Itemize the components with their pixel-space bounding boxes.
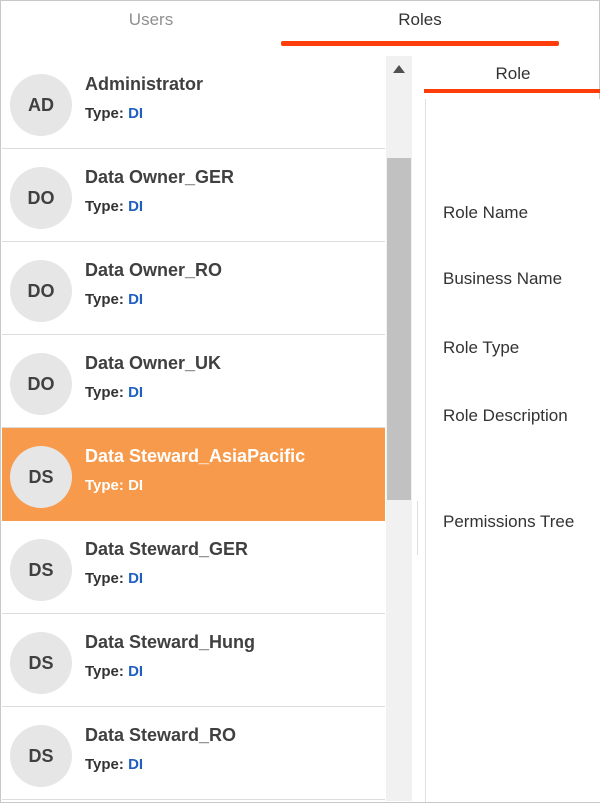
role-manager-window: Users Roles AD Administrator Type: DI DO… [0,0,600,803]
detail-active-tab-indicator [424,89,600,93]
role-name: Data Owner_UK [85,353,222,373]
avatar: DS [10,725,72,787]
type-value: DI [128,756,144,773]
role-name: Data Steward_Hung [85,632,256,652]
triangle-up-icon [393,65,405,73]
role-list-item-selected[interactable]: DS Data Steward_AsiaPacific Type: DI [2,428,385,521]
role-list-item[interactable]: AD Administrator Type: DI [2,56,385,149]
scroll-up-button[interactable] [386,56,412,82]
role-list-item[interactable]: DS Data Steward_RO Type: DI [2,707,385,800]
role-list-item[interactable]: DO Data Owner_RO Type: DI [2,242,385,335]
role-name: Data Owner_GER [85,167,235,187]
role-list-item[interactable]: DS Data Steward_GER Type: DI [2,521,385,614]
role-name: Administrator [85,74,204,94]
type-value: DI [128,384,144,401]
avatar: DS [10,632,72,694]
role-type: Type: DI [85,570,143,587]
top-tab-bar: Users Roles [1,1,599,49]
role-list-item[interactable]: DO Data Owner_UK Type: DI [2,335,385,428]
avatar: DS [10,446,72,508]
type-label: Type: [85,105,124,122]
tab-users[interactable]: Users [51,1,251,47]
avatar: DO [10,353,72,415]
role-name: Data Steward_RO [85,725,237,745]
panel-divider [417,501,418,555]
role-type-label: Role Type [443,338,520,357]
type-value: DI [128,477,144,494]
role-type: Type: DI [85,477,143,494]
type-value: DI [128,570,144,587]
type-value: DI [128,105,144,122]
type-value: DI [128,291,144,308]
avatar: DO [10,260,72,322]
role-type: Type: DI [85,663,143,680]
role-description-label: Role Description [443,406,568,425]
avatar: AD [10,74,72,136]
role-name: Data Steward_AsiaPacific [85,446,306,466]
permissions-tree-label: Permissions Tree [443,512,575,531]
role-type: Type: DI [85,291,143,308]
type-value: DI [128,663,144,680]
type-value: DI [128,198,144,215]
active-tab-indicator [281,41,559,46]
role-name-label: Role Name [443,203,529,222]
role-type: Type: DI [85,105,143,122]
type-label: Type: [85,291,124,308]
role-name: Data Steward_GER [85,539,249,559]
role-list-item[interactable]: DS Data Steward_Hung Type: DI [2,614,385,707]
role-type: Type: DI [85,198,143,215]
type-label: Type: [85,477,124,494]
scrollbar-thumb[interactable] [387,158,411,500]
role-list-scrollbar[interactable] [386,56,412,801]
type-label: Type: [85,384,124,401]
avatar: DO [10,167,72,229]
role-list-item[interactable]: DO Data Owner_GER Type: DI [2,149,385,242]
business-name-label: Business Name [443,269,563,288]
avatar: DS [10,539,72,601]
role-type: Type: DI [85,756,143,773]
role-list: AD Administrator Type: DI DO Data Owner_… [2,56,385,801]
role-name: Data Owner_RO [85,260,223,280]
type-label: Type: [85,198,124,215]
type-label: Type: [85,756,124,773]
type-label: Type: [85,663,124,680]
role-type: Type: DI [85,384,143,401]
tab-role[interactable]: Role [425,64,600,84]
type-label: Type: [85,570,124,587]
